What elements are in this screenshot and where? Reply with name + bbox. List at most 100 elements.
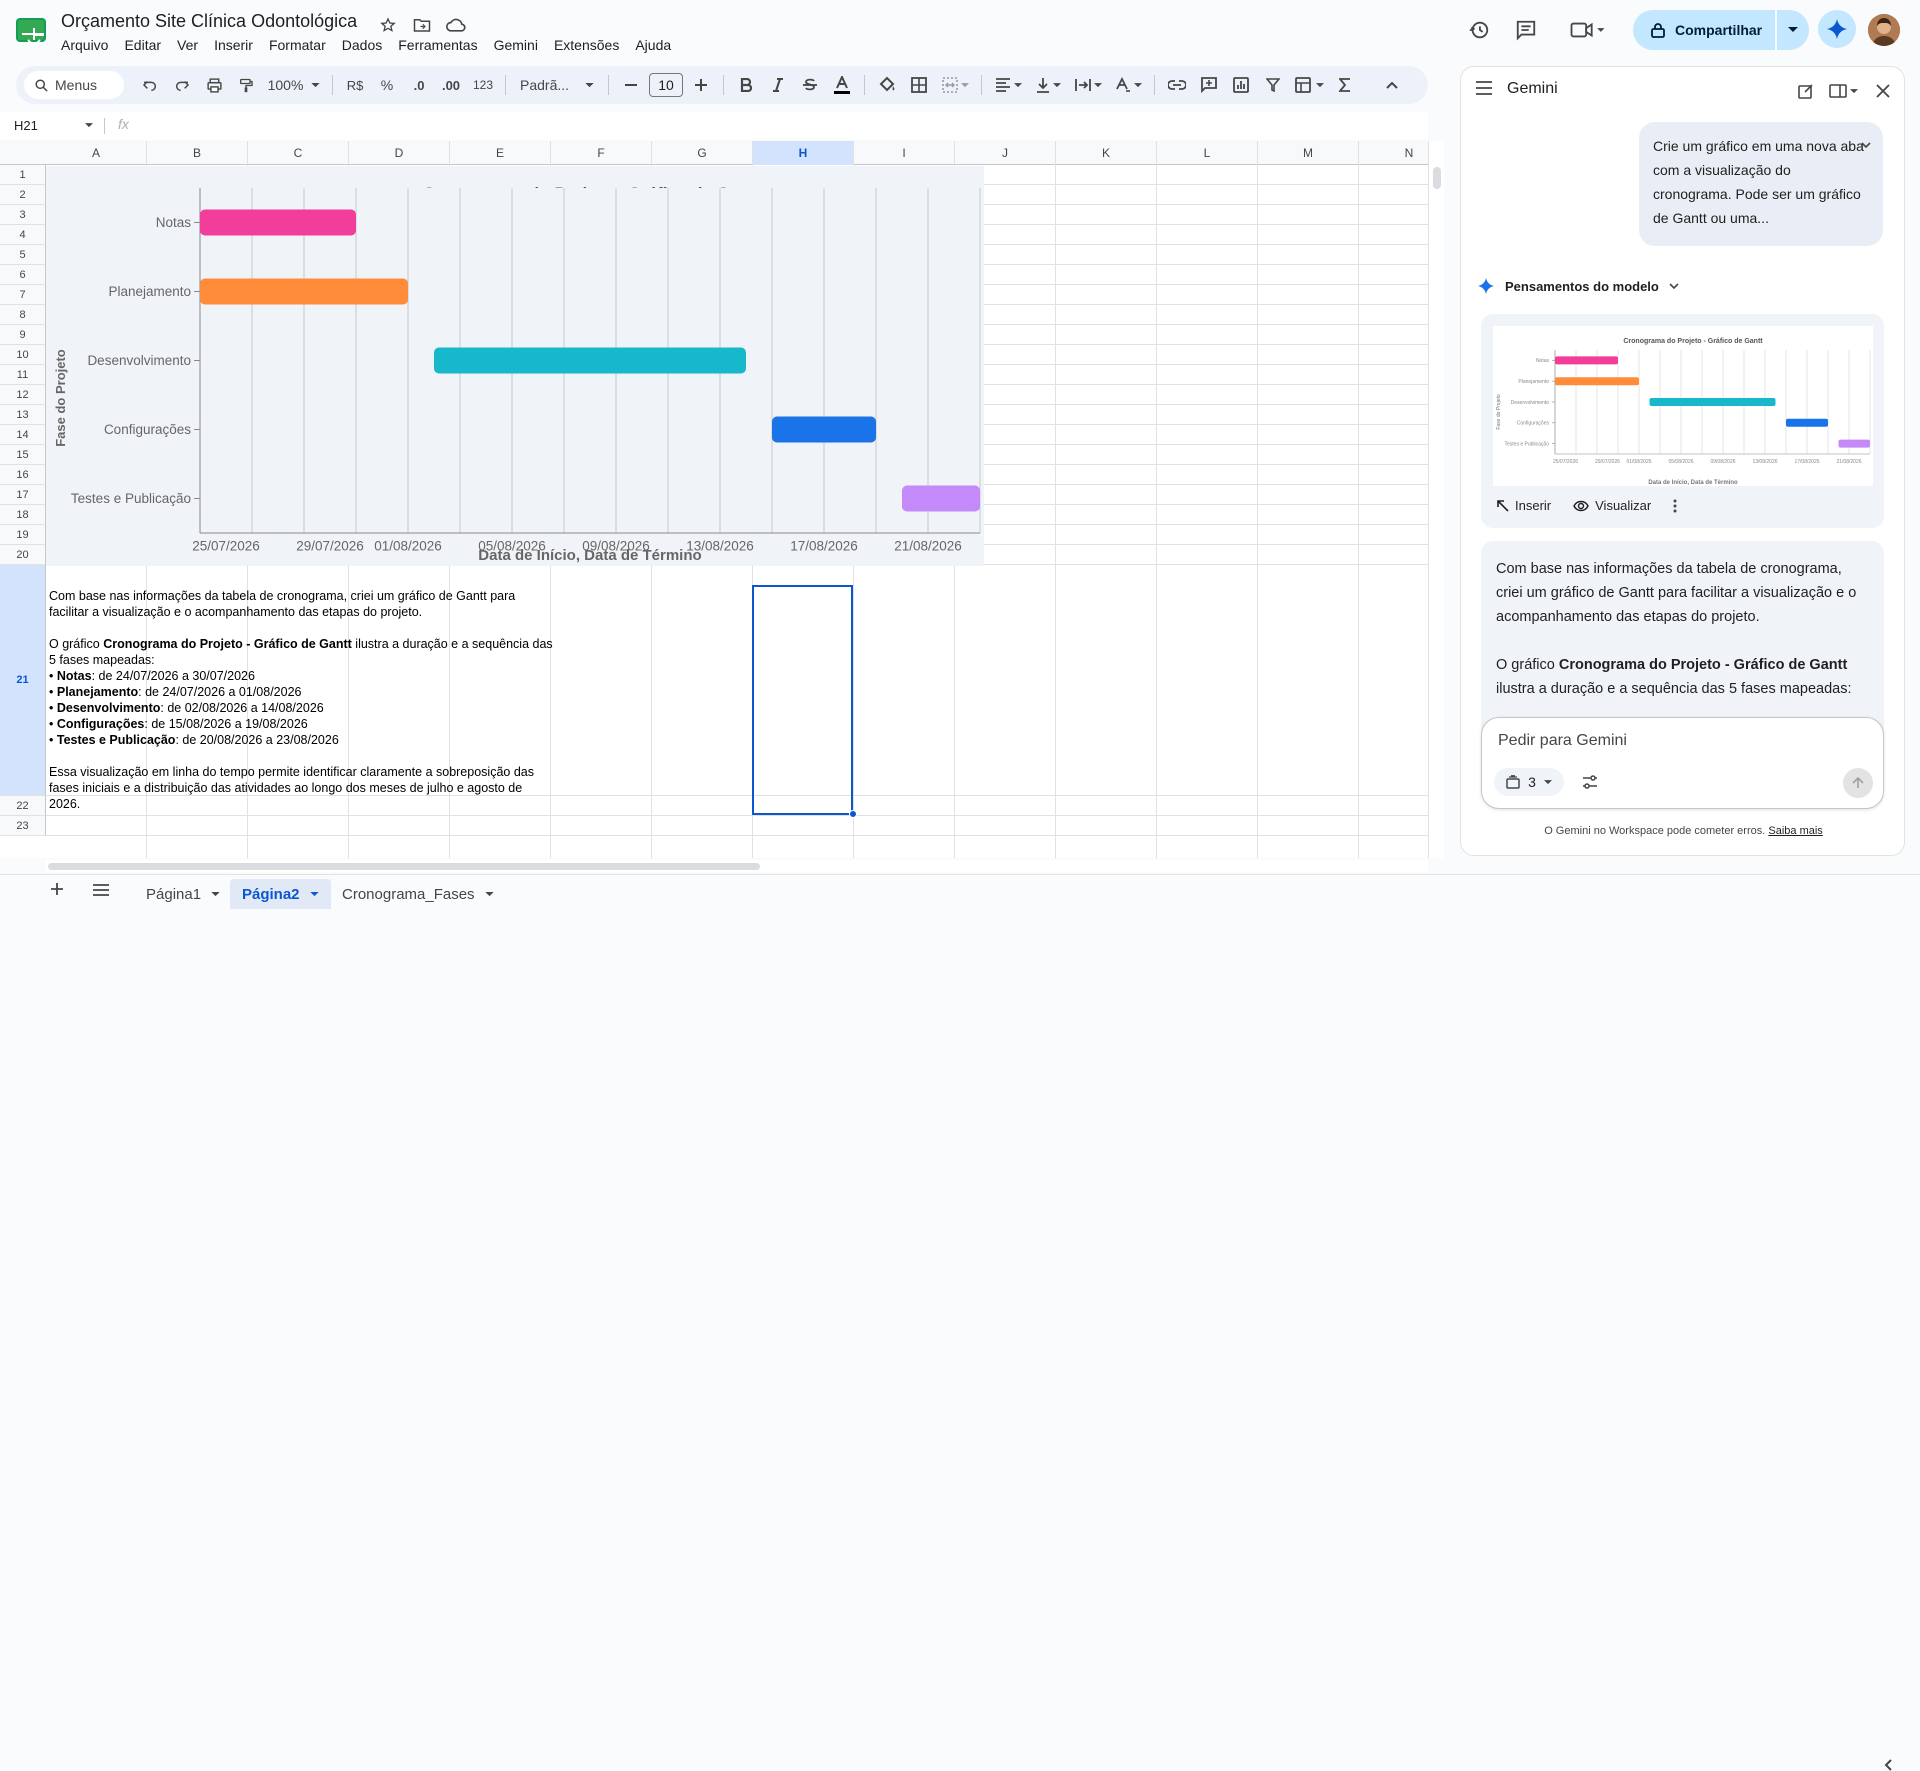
menu-gemini[interactable]: Gemini	[486, 35, 546, 55]
column-header-m[interactable]: M	[1258, 141, 1359, 165]
fill-handle[interactable]	[849, 810, 857, 818]
column-header-a[interactable]: A	[46, 141, 147, 165]
text-color-icon[interactable]	[828, 71, 856, 99]
row-header-8[interactable]: 8	[0, 305, 46, 325]
spreadsheet-grid[interactable]: ABCDEFGHIJKLMN 1 2 3 4 5 6 7 8 9 10 11 12 13 14 15 16 17…	[0, 141, 1428, 858]
name-box-dropdown-icon[interactable]	[85, 123, 93, 128]
column-header-h[interactable]: H	[753, 141, 854, 165]
row-header-1[interactable]: 1	[0, 165, 46, 185]
column-header-d[interactable]: D	[349, 141, 450, 165]
redo-icon[interactable]	[168, 71, 196, 99]
collapse-toolbar-icon[interactable]	[1378, 71, 1406, 99]
row-header-2[interactable]: 2	[0, 185, 46, 205]
row-header-20[interactable]: 20	[0, 545, 46, 565]
gantt-chart[interactable]: Cronograma do Projeto - Gráfico de Gantt…	[46, 166, 984, 566]
send-button[interactable]	[1843, 768, 1873, 798]
menu-ferramentas[interactable]: Ferramentas	[390, 35, 485, 55]
increase-font-size-icon[interactable]	[687, 71, 715, 99]
side-panel-toggle-icon[interactable]	[1884, 1759, 1892, 1771]
zoom-select[interactable]: 100%	[264, 71, 324, 99]
panel-layout-icon[interactable]	[1825, 79, 1861, 103]
filter-views-icon[interactable]	[1291, 71, 1327, 99]
row-header-22[interactable]: 22	[0, 796, 46, 816]
print-icon[interactable]	[200, 71, 228, 99]
row-header-21[interactable]: 21	[0, 565, 46, 796]
expand-message-icon[interactable]	[1861, 142, 1871, 148]
menu-inserir[interactable]: Inserir	[206, 35, 261, 55]
row-header-4[interactable]: 4	[0, 225, 46, 245]
horizontal-scroll-thumb[interactable]	[48, 863, 760, 870]
merge-cells-icon[interactable]	[937, 71, 973, 99]
row-header-17[interactable]: 17	[0, 485, 46, 505]
column-header-g[interactable]: G	[652, 141, 753, 165]
chart-preview-thumbnail[interactable]: Cronograma do Projeto - Gráfico de Gantt…	[1493, 326, 1873, 486]
font-family-select[interactable]: Padrã...	[514, 71, 600, 99]
insert-link-icon[interactable]	[1163, 71, 1191, 99]
column-header-e[interactable]: E	[450, 141, 551, 165]
text-rotation-icon[interactable]	[1110, 71, 1146, 99]
strikethrough-icon[interactable]	[796, 71, 824, 99]
meet-icon[interactable]	[1564, 12, 1612, 48]
menu-formatar[interactable]: Formatar	[261, 35, 334, 55]
row-header-11[interactable]: 11	[0, 365, 46, 385]
horizontal-scrollbar[interactable]	[46, 860, 1428, 872]
history-icon[interactable]	[1461, 12, 1497, 48]
percent-format-button[interactable]: %	[373, 71, 401, 99]
column-header-c[interactable]: C	[248, 141, 349, 165]
decrease-decimal-button[interactable]: .0	[405, 71, 433, 99]
preview-chart-button[interactable]: Visualizar	[1573, 498, 1651, 513]
text-wrapping-icon[interactable]	[1070, 71, 1106, 99]
menu-icon[interactable]	[1475, 81, 1493, 95]
add-sheet-icon[interactable]	[50, 882, 64, 896]
functions-icon[interactable]	[1331, 71, 1359, 99]
search-menus[interactable]: Menus	[24, 71, 124, 99]
row-header-12[interactable]: 12	[0, 385, 46, 405]
menu-ajuda[interactable]: Ajuda	[627, 35, 679, 55]
cell-a21-text[interactable]: Com base nas informações da tabela de cr…	[49, 588, 554, 812]
more-options-icon[interactable]	[1673, 499, 1677, 513]
row-header-6[interactable]: 6	[0, 265, 46, 285]
insert-comment-icon[interactable]	[1195, 71, 1223, 99]
font-size-input[interactable]: 10	[649, 73, 683, 97]
column-header-l[interactable]: L	[1157, 141, 1258, 165]
row-header-3[interactable]: 3	[0, 205, 46, 225]
row-header-15[interactable]: 15	[0, 445, 46, 465]
menu-dados[interactable]: Dados	[334, 35, 390, 55]
column-header-f[interactable]: F	[551, 141, 652, 165]
row-header-10[interactable]: 10	[0, 345, 46, 365]
menu-arquivo[interactable]: Arquivo	[53, 35, 116, 55]
document-title[interactable]: Orçamento Site Clínica Odontológica	[61, 11, 357, 32]
bold-icon[interactable]	[732, 71, 760, 99]
column-header-b[interactable]: B	[147, 141, 248, 165]
cloud-status-icon[interactable]	[445, 14, 467, 36]
filter-icon[interactable]	[1259, 71, 1287, 99]
gemini-sparkle-button[interactable]	[1818, 10, 1856, 48]
share-dropdown-button[interactable]	[1775, 10, 1809, 50]
row-header-13[interactable]: 13	[0, 405, 46, 425]
menu-extensoes[interactable]: Extensões	[546, 35, 627, 55]
all-sheets-icon[interactable]	[92, 884, 110, 896]
comments-icon[interactable]	[1508, 12, 1544, 48]
row-header-18[interactable]: 18	[0, 505, 46, 525]
currency-format-button[interactable]: R$	[341, 71, 369, 99]
increase-decimal-button[interactable]: .00	[437, 71, 465, 99]
row-header-9[interactable]: 9	[0, 325, 46, 345]
move-folder-icon[interactable]	[411, 14, 433, 36]
vertical-align-icon[interactable]	[1030, 71, 1066, 99]
menu-editar[interactable]: Editar	[116, 35, 169, 55]
close-icon[interactable]	[1871, 79, 1895, 103]
star-icon[interactable]	[377, 14, 399, 36]
share-button[interactable]: Compartilhar	[1633, 10, 1774, 50]
row-header-23[interactable]: 23	[0, 816, 46, 836]
borders-icon[interactable]	[905, 71, 933, 99]
horizontal-align-icon[interactable]	[990, 71, 1026, 99]
row-header-5[interactable]: 5	[0, 245, 46, 265]
column-header-i[interactable]: I	[854, 141, 955, 165]
name-box[interactable]: H21	[14, 118, 38, 133]
selected-cell-h21[interactable]	[752, 585, 853, 815]
undo-icon[interactable]	[136, 71, 164, 99]
sheets-logo-icon[interactable]	[14, 16, 50, 52]
menu-ver[interactable]: Ver	[169, 35, 206, 55]
row-header-16[interactable]: 16	[0, 465, 46, 485]
italic-icon[interactable]	[764, 71, 792, 99]
